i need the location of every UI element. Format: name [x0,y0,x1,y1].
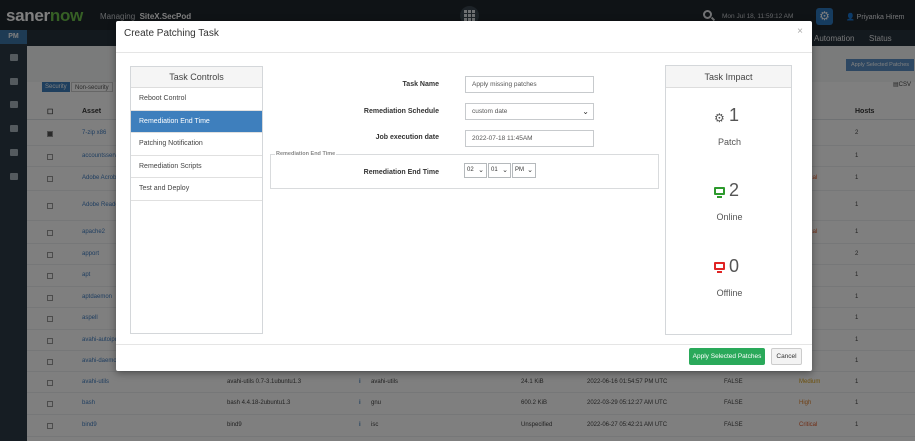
footer-divider [116,344,812,345]
task-impact-header: Task Impact [666,66,791,88]
end-minute-select[interactable]: 01 ⌄ [488,163,511,178]
task-controls-panel: Task Controls Reboot Control Remediation… [130,66,263,334]
job-execution-date-label: Job execution date [375,134,439,141]
monitor-online-icon [714,187,725,198]
chevron-down-icon: ⌄ [502,167,508,174]
fieldset-legend: Remediation End Time [275,151,337,157]
close-icon[interactable]: × [797,26,803,37]
dialog-title: Create Patching Task [124,28,219,39]
control-remediation-end-time[interactable]: Remediation End Time [131,110,262,134]
task-name-input[interactable]: Apply missing patches [465,76,594,93]
apply-selected-patches-button[interactable]: Apply Selected Patches [689,348,765,365]
divider [116,52,812,53]
patch-label: Patch [717,137,741,147]
cancel-button[interactable]: Cancel [771,348,802,365]
offline-count: 0 [729,256,740,276]
remediation-schedule-label: Remediation Schedule [363,108,439,115]
remediation-schedule-select[interactable]: custom date ⌄ [465,103,594,120]
chevron-down-icon: ⌄ [478,167,484,174]
control-reboot-control[interactable]: Reboot Control [131,88,262,111]
task-impact-panel: Task Impact ⚙ 1 Patch 2 Online 0 Offline [665,65,792,335]
chevron-down-icon: ⌄ [527,167,533,174]
job-execution-date-input[interactable]: 2022-07-18 11:45AM [465,130,594,147]
chevron-down-icon: ⌄ [582,107,589,116]
task-controls-header: Task Controls [131,67,262,88]
control-patching-notification[interactable]: Patching Notification [131,133,262,156]
create-patching-task-dialog: Create Patching Task × Task Controls Reb… [116,21,812,371]
end-ampm-select[interactable]: PM ⌄ [512,163,536,178]
monitor-offline-icon [714,262,725,273]
task-name-label: Task Name [402,81,439,88]
end-hour-select[interactable]: 02 ⌄ [464,163,487,178]
control-test-and-deploy[interactable]: Test and Deploy [131,178,262,201]
online-count: 2 [729,180,740,200]
offline-label: Offline [716,288,743,298]
gear-icon: ⚙ [714,111,725,125]
control-remediation-scripts[interactable]: Remediation Scripts [131,156,262,179]
online-label: Online [716,212,743,222]
end-time-label: Remediation End Time [363,169,439,176]
patch-count: 1 [729,105,740,125]
